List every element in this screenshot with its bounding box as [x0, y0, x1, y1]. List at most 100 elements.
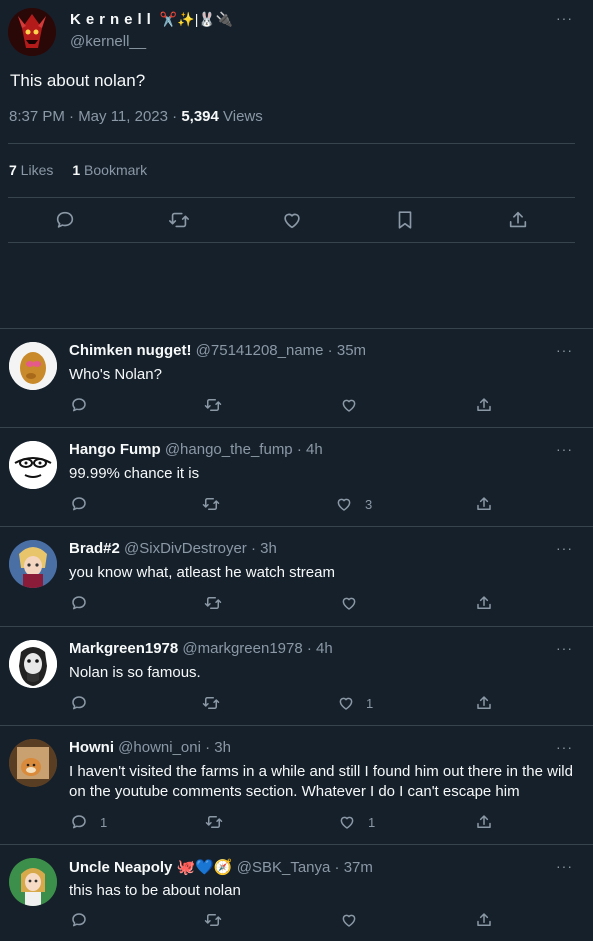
reply-author-handle[interactable]: @markgreen1978 — [182, 640, 302, 657]
reply-button[interactable] — [70, 594, 88, 612]
author-display-name[interactable]: Kernell ✂️✨|🐰🔌 — [70, 11, 233, 28]
share-icon — [477, 398, 491, 411]
more-options-button[interactable]: ··· — [556, 540, 573, 556]
reply-header: Brad#2 @SixDivDestroyer · 3h — [69, 540, 277, 557]
author-handle[interactable]: @kernell__ — [70, 33, 146, 50]
reply-author-name[interactable]: Uncle Neapoly — [69, 859, 172, 876]
share-button[interactable] — [475, 594, 493, 612]
more-options-button[interactable]: ··· — [556, 858, 573, 874]
reply-icon — [72, 913, 86, 927]
reply-author-name[interactable]: Brad#2 — [69, 540, 120, 557]
reply-author-handle[interactable]: @SixDivDestroyer — [124, 540, 247, 557]
retweet-button[interactable] — [204, 594, 222, 612]
reply-button[interactable] — [70, 813, 88, 831]
more-options-button[interactable]: ··· — [556, 640, 573, 656]
likes-stat[interactable]: 7 Likes — [9, 162, 53, 178]
reply-tweet[interactable]: Chimken nugget! @75141208_name · 35m ···… — [0, 329, 593, 427]
reply-timestamp[interactable]: · 37m — [330, 859, 373, 876]
avatar[interactable] — [9, 858, 57, 906]
reply-author-handle[interactable]: @75141208_name — [196, 342, 324, 359]
author-avatar[interactable] — [8, 8, 56, 56]
reply-button[interactable] — [70, 694, 88, 712]
share-button[interactable] — [475, 813, 493, 831]
reply-button[interactable] — [70, 911, 88, 929]
reply-timestamp[interactable]: · 3h — [247, 540, 277, 557]
retweet-icon — [169, 212, 189, 228]
reply-tweet[interactable]: Uncle Neapoly 🐙💙🧭 @SBK_Tanya · 37m ··· t… — [0, 845, 593, 941]
share-button[interactable] — [475, 911, 493, 929]
reply-timestamp[interactable]: · 4h — [293, 441, 323, 458]
main-tweet: Kernell ✂️✨|🐰🔌 @kernell__ ··· This about … — [0, 0, 593, 328]
retweet-icon — [202, 498, 220, 510]
reply-author-handle[interactable]: @hango_the_fump — [165, 441, 293, 458]
like-button[interactable] — [338, 813, 356, 831]
retweet-button[interactable] — [205, 813, 223, 831]
like-count: 3 — [365, 497, 373, 512]
avatar[interactable] — [9, 540, 57, 588]
retweet-button[interactable] — [202, 495, 220, 513]
like-button[interactable] — [281, 209, 303, 231]
more-options-button[interactable]: ··· — [556, 739, 573, 755]
bookmark-button[interactable] — [394, 209, 416, 231]
bookmarks-count: 1 — [72, 162, 81, 178]
avatar[interactable] — [9, 640, 57, 688]
share-button[interactable] — [475, 495, 493, 513]
reply-timestamp[interactable]: · 35m — [324, 342, 366, 359]
tweet-stats: 7 Likes 1 Bookmark — [9, 162, 147, 178]
like-button[interactable] — [340, 396, 358, 414]
more-options-button[interactable]: ··· — [556, 10, 573, 26]
tweet-timestamp[interactable]: 8:37 PM · May 11, 2023 · — [9, 108, 181, 125]
heart-icon — [342, 597, 356, 610]
reply-button[interactable] — [70, 495, 88, 513]
likes-count: 7 — [9, 162, 17, 178]
more-options-button[interactable]: ··· — [556, 441, 573, 457]
like-button[interactable] — [337, 694, 355, 712]
reply-author-name[interactable]: Chimken nugget! — [69, 342, 192, 359]
tweet-meta: 8:37 PM · May 11, 2023 · 5,394 Views — [9, 108, 263, 125]
divider — [8, 143, 575, 144]
reply-author-name[interactable]: Howni — [69, 739, 114, 756]
reply-tweet[interactable]: Markgreen1978 @markgreen1978 · 4h ··· No… — [0, 627, 593, 725]
reply-header: Chimken nugget! @75141208_name · 35m — [69, 342, 366, 359]
like-button[interactable] — [335, 495, 353, 513]
likes-label: Likes — [16, 162, 54, 178]
like-button[interactable] — [340, 594, 358, 612]
retweet-button[interactable] — [204, 911, 222, 929]
reply-text: Who's Nolan? — [69, 366, 162, 383]
reply-author-handle[interactable]: @SBK_Tanya — [237, 859, 331, 876]
author-name-text[interactable]: Kernell — [70, 11, 156, 28]
like-button[interactable] — [340, 911, 358, 929]
reply-author-handle[interactable]: @howni_oni — [118, 739, 201, 756]
share-button[interactable] — [475, 396, 493, 414]
reply-timestamp[interactable]: · 3h — [201, 739, 231, 756]
reply-text: 99.99% chance it is — [69, 465, 200, 482]
share-icon — [509, 211, 527, 228]
avatar[interactable] — [9, 441, 57, 489]
share-button[interactable] — [507, 209, 529, 231]
author-name-emoji: ✂️✨|🐰🔌 — [159, 11, 234, 27]
retweet-button[interactable] — [202, 694, 220, 712]
retweet-button[interactable] — [204, 396, 222, 414]
avatar[interactable] — [9, 739, 57, 787]
retweet-button[interactable] — [168, 209, 190, 231]
bookmarks-stat[interactable]: 1 Bookmark — [72, 162, 147, 178]
reply-icon — [72, 398, 86, 412]
reply-header: Uncle Neapoly 🐙💙🧭 @SBK_Tanya · 37m — [69, 858, 373, 876]
avatar[interactable] — [9, 342, 57, 390]
reply-tweet[interactable]: Brad#2 @SixDivDestroyer · 3h ··· you kno… — [0, 527, 593, 626]
share-icon — [477, 696, 491, 709]
more-options-button[interactable]: ··· — [556, 342, 573, 358]
reply-tweet[interactable]: Hango Fump @hango_the_fump · 4h ··· 99.9… — [0, 428, 593, 526]
reply-button[interactable] — [70, 396, 88, 414]
share-icon — [477, 596, 491, 609]
reply-button[interactable] — [54, 209, 76, 231]
reply-author-name[interactable]: Markgreen1978 — [69, 640, 178, 657]
reply-header: Hango Fump @hango_the_fump · 4h — [69, 441, 323, 458]
like-count: 1 — [368, 815, 376, 830]
heart-icon — [339, 697, 353, 710]
reply-author-name[interactable]: Hango Fump — [69, 441, 161, 458]
retweet-icon — [205, 816, 223, 828]
reply-timestamp[interactable]: · 4h — [303, 640, 333, 657]
share-button[interactable] — [475, 694, 493, 712]
reply-tweet[interactable]: Howni @howni_oni · 3h ··· I haven't visi… — [0, 726, 593, 844]
